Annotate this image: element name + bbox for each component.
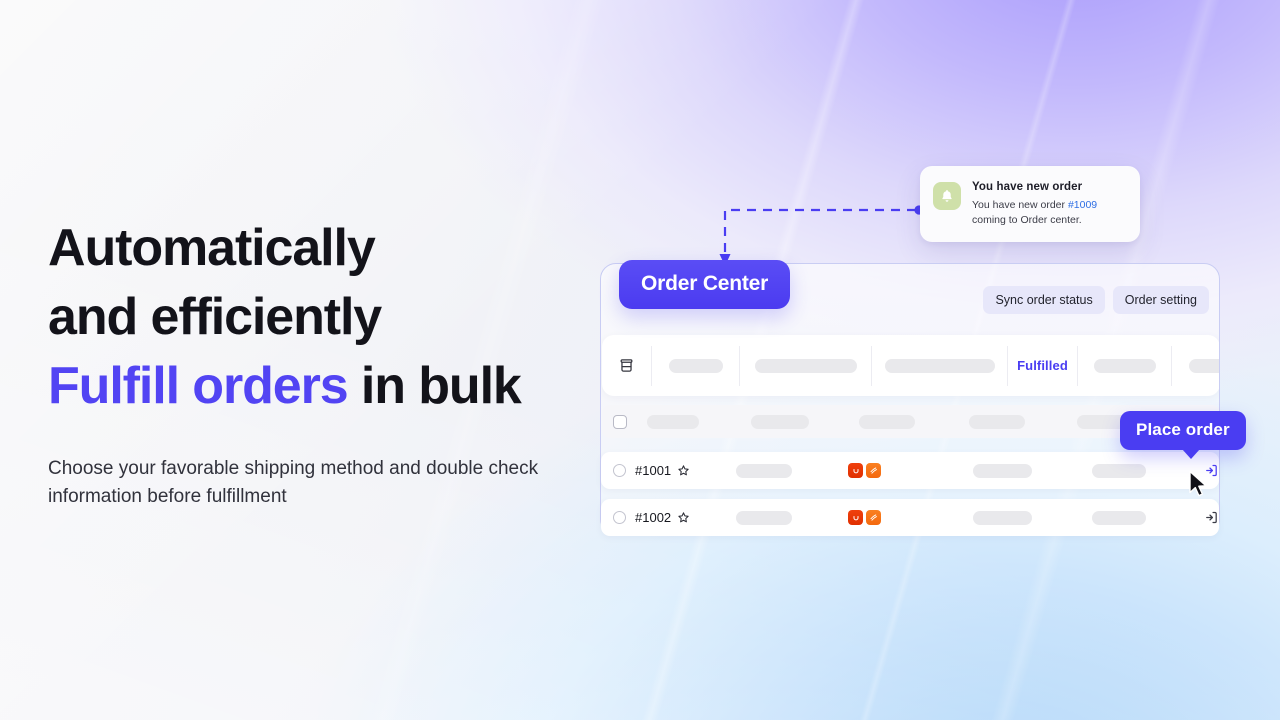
- tab-placeholder: [1189, 358, 1219, 373]
- headline-line-3: Fulfill orders in bulk: [48, 352, 608, 421]
- star-glyph: [678, 512, 689, 523]
- place-order-tooltip: Place order: [1120, 411, 1246, 459]
- archive-glyph: [620, 359, 633, 372]
- mouse-cursor: [1188, 470, 1210, 505]
- shopee-glyph: [870, 467, 878, 474]
- headline-accent: Fulfill orders: [48, 357, 349, 415]
- star-icon[interactable]: [677, 464, 690, 477]
- tab-1[interactable]: [740, 345, 872, 386]
- table-row[interactable]: #1002: [601, 499, 1219, 536]
- table-row[interactable]: #1001: [601, 452, 1219, 489]
- star-icon[interactable]: [677, 511, 690, 524]
- aliexpress-icon: [848, 463, 864, 478]
- column-header-placeholder: [751, 414, 809, 429]
- headline-line-2: and efficiently: [48, 288, 382, 346]
- order-setting-button[interactable]: Order setting: [1112, 286, 1209, 314]
- marketplace-badges: [848, 510, 882, 525]
- place-order-glyph: [1206, 511, 1217, 524]
- aliexpress-glyph: [853, 515, 859, 520]
- tab-placeholder: [1093, 358, 1156, 373]
- page-title: Automatically and efficiently Fulfill or…: [48, 214, 608, 421]
- shopee-icon: [866, 510, 882, 525]
- bell-icon: [933, 182, 961, 210]
- order-tabs: Fulfilled: [602, 335, 1219, 396]
- marketplace-badges: [848, 463, 882, 478]
- row-select-radio[interactable]: [613, 464, 626, 477]
- row-select-radio[interactable]: [613, 511, 626, 524]
- aliexpress-icon: [848, 510, 864, 525]
- toast-title: You have new order: [972, 181, 1083, 193]
- column-header-placeholder: [969, 414, 1025, 429]
- headline-line-1: Automatically: [48, 219, 376, 277]
- hero-copy: Automatically and efficiently Fulfill or…: [48, 214, 608, 511]
- tab-5[interactable]: [1172, 346, 1219, 386]
- row-placeholder: [736, 463, 793, 478]
- tab-placeholder: [884, 358, 995, 373]
- place-order-icon[interactable]: [1204, 510, 1219, 525]
- new-order-toast: You have new order You have new order #1…: [920, 166, 1140, 242]
- card-toolbar: Sync order status Order setting: [983, 286, 1209, 314]
- toast-order-link[interactable]: #1009: [1068, 199, 1097, 211]
- order-id: #1002: [635, 510, 672, 525]
- toast-text-after: coming to Order center.: [972, 214, 1082, 226]
- select-all-checkbox[interactable]: [613, 414, 627, 429]
- headline-tail: in bulk: [347, 357, 522, 415]
- row-placeholder: [973, 463, 1032, 478]
- row-placeholder: [1091, 463, 1146, 478]
- shopee-glyph: [870, 514, 878, 521]
- order-center-badge: Order Center: [619, 260, 791, 309]
- bell-glyph: [942, 190, 952, 202]
- toast-message: You have new order #1009 coming to Order…: [972, 198, 1126, 228]
- star-glyph: [678, 465, 689, 476]
- column-header-placeholder: [859, 414, 915, 429]
- column-header-placeholder: [647, 414, 699, 429]
- tab-2[interactable]: [872, 345, 1008, 386]
- shopee-icon: [866, 463, 882, 478]
- cursor-glyph: [1189, 470, 1207, 497]
- row-placeholder: [973, 510, 1032, 525]
- toast-body: You have new order You have new order #1…: [972, 180, 1126, 228]
- aliexpress-glyph: [853, 468, 859, 473]
- hero-subtitle: Choose your favorable shipping method an…: [48, 458, 539, 507]
- row-placeholder: [736, 510, 793, 525]
- row-placeholder: [1091, 510, 1146, 525]
- archive-icon[interactable]: [602, 345, 652, 386]
- tab-4[interactable]: [1078, 345, 1172, 386]
- tab-0[interactable]: [652, 345, 740, 386]
- tab-fulfilled[interactable]: Fulfilled: [1008, 345, 1078, 386]
- order-id: #1001: [635, 463, 672, 478]
- tab-placeholder: [754, 358, 857, 373]
- tab-placeholder: [668, 358, 723, 373]
- hero-banner: Automatically and efficiently Fulfill or…: [0, 0, 1280, 720]
- sync-order-status-button[interactable]: Sync order status: [983, 286, 1105, 314]
- toast-text-before: You have new order: [972, 199, 1068, 211]
- tab-fulfilled-label: Fulfilled: [1017, 358, 1068, 373]
